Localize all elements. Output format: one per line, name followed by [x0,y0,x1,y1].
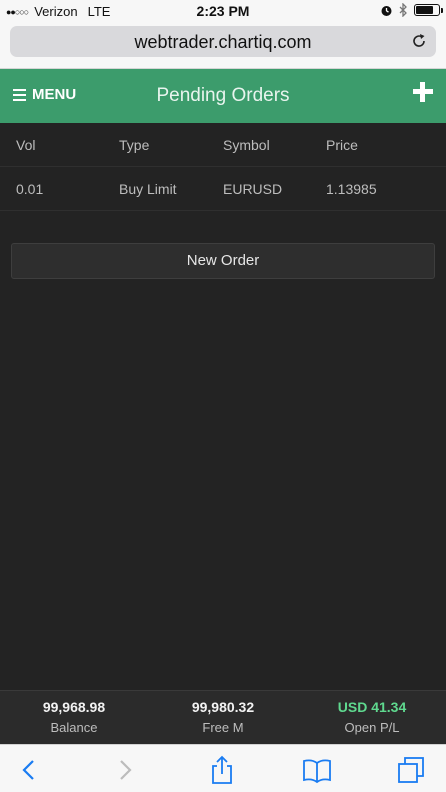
account-summary: 99,968.98 Balance 99,980.32 Free M USD 4… [0,690,446,744]
page-title: Pending Orders [156,85,290,106]
free-margin-label: Free M [202,720,244,735]
order-price: 1.13985 [326,181,377,197]
battery-icon [414,4,443,16]
balance-value: 99,968.98 [42,699,106,715]
app-header: MENU Pending Orders [0,69,446,123]
share-icon[interactable] [207,755,237,785]
column-header-type: Type [119,137,150,153]
alarm-icon [381,5,392,16]
bluetooth-icon [399,3,407,17]
bookmarks-icon[interactable] [302,755,332,785]
column-header-vol: Vol [16,137,36,153]
order-type: Buy Limit [119,181,177,197]
address-bar[interactable]: webtrader.chartiq.com [10,26,436,57]
balance-stat: 99,968.98 Balance [0,699,148,735]
table-header: Vol Type Symbol Price [0,123,446,167]
open-pl-value: USD 41.34 [337,699,407,715]
order-symbol: EURUSD [223,181,283,197]
forward-icon[interactable] [110,755,140,785]
order-vol: 0.01 [16,181,44,197]
tabs-icon[interactable] [396,755,426,785]
balance-label: Balance [50,720,98,735]
column-header-symbol: Symbol [223,137,270,153]
column-header-price: Price [326,137,358,153]
table-row[interactable]: 0.01 Buy Limit EURUSD 1.13985 [0,167,446,211]
new-order-button[interactable]: New Order [11,243,435,279]
browser-address-area: webtrader.chartiq.com [0,22,446,69]
free-margin-stat: 99,980.32 Free M [149,699,297,735]
status-icons [380,3,443,17]
url-text[interactable]: webtrader.chartiq.com [10,32,436,53]
open-pl-stat: USD 41.34 Open P/L [298,699,446,735]
plus-icon[interactable] [413,82,433,102]
pending-orders-table: Vol Type Symbol Price 0.01 Buy Limit EUR… [0,123,446,211]
free-margin-value: 99,980.32 [191,699,255,715]
status-bar: ●●○○○ Verizon LTE 2:23 PM [0,0,446,22]
reload-icon[interactable] [410,32,428,50]
back-icon[interactable] [14,755,44,785]
browser-toolbar [0,744,446,792]
open-pl-label: Open P/L [344,720,400,735]
